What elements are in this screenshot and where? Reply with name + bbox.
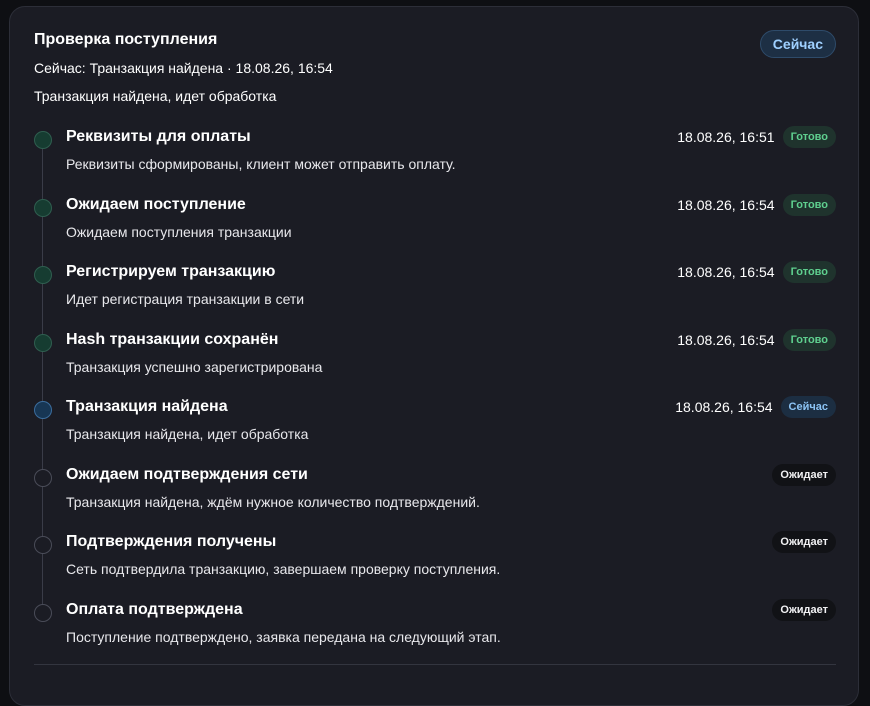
step-meta: 18.08.26, 16:54 Готово	[677, 194, 836, 216]
step-meta: Ожидает	[772, 599, 836, 621]
step-description: Идет регистрация транзакции в сети	[66, 291, 305, 307]
status-badge: Ожидает	[772, 599, 836, 621]
status-dot-icon	[34, 536, 52, 554]
status-dot-icon	[34, 604, 52, 622]
status-badge: Готово	[782, 194, 836, 216]
timeline-step: Регистрируем транзакцию Идет регистрация …	[10, 261, 858, 323]
status-dot-icon	[34, 401, 52, 419]
status-dot-icon	[34, 469, 52, 487]
step-timestamp: 18.08.26, 16:51	[677, 129, 775, 145]
step-description: Сеть подтвердила транзакцию, завершаем п…	[66, 561, 501, 577]
timeline-step: Транзакция найдена Транзакция найдена, ид…	[10, 396, 858, 458]
step-meta: 18.08.26, 16:54 Готово	[677, 329, 836, 351]
status-badge: Готово	[782, 261, 836, 283]
step-timestamp: 18.08.26, 16:54	[675, 399, 773, 415]
step-timestamp: 18.08.26, 16:54	[677, 197, 775, 213]
step-description: Ожидаем поступления транзакции	[66, 224, 292, 240]
receipt-check-card: Проверка поступления Сейчас: Транзакция …	[9, 6, 859, 706]
timeline-step: Оплата подтверждена Поступление подтвержд…	[10, 599, 858, 661]
step-description: Реквизиты сформированы, клиент может отп…	[66, 156, 456, 172]
step-timestamp: 18.08.26, 16:54	[677, 264, 775, 280]
divider	[34, 664, 836, 665]
step-title: Реквизиты для оплаты	[66, 128, 251, 145]
step-title: Ожидаем подтверждения сети	[66, 466, 308, 483]
step-meta: Ожидает	[772, 464, 836, 486]
status-badge: Сейчас	[780, 396, 836, 418]
step-description: Транзакция успешно зарегистрирована	[66, 359, 323, 375]
timeline-step: Реквизиты для оплаты Реквизиты сформирова…	[10, 126, 858, 188]
status-badge: Ожидает	[772, 464, 836, 486]
step-timestamp: 18.08.26, 16:54	[677, 332, 775, 348]
step-title: Ожидаем поступление	[66, 196, 246, 213]
step-title: Оплата подтверждена	[66, 601, 243, 618]
status-badge: Готово	[782, 126, 836, 148]
timeline-step: Ожидаем подтверждения сети Транзакция най…	[10, 464, 858, 526]
timeline-step: Ожидаем поступление Ожидаем поступления т…	[10, 194, 858, 256]
status-dot-icon	[34, 199, 52, 217]
timeline-step: Hash транзакции сохранён Транзакция успеш…	[10, 329, 858, 391]
timeline-step: Подтверждения получены Сеть подтвердила т…	[10, 531, 858, 593]
step-description: Поступление подтверждено, заявка передан…	[66, 629, 501, 645]
status-dot-icon	[34, 131, 52, 149]
step-title: Транзакция найдена	[66, 398, 228, 415]
step-description: Транзакция найдена, ждём нужное количест…	[66, 494, 480, 510]
current-status-description: Транзакция найдена, идет обработка	[34, 88, 277, 104]
step-title: Подтверждения получены	[66, 533, 277, 550]
step-description: Транзакция найдена, идет обработка	[66, 426, 309, 442]
card-title: Проверка поступления	[34, 31, 218, 48]
status-dot-icon	[34, 266, 52, 284]
status-badge: Ожидает	[772, 531, 836, 553]
current-status: Сейчас: Транзакция найдена · 18.08.26, 1…	[34, 60, 333, 76]
step-meta: 18.08.26, 16:54 Готово	[677, 261, 836, 283]
step-meta: 18.08.26, 16:51 Готово	[677, 126, 836, 148]
step-title: Регистрируем транзакцию	[66, 263, 276, 280]
step-meta: Ожидает	[772, 531, 836, 553]
step-meta: 18.08.26, 16:54 Сейчас	[675, 396, 836, 418]
status-dot-icon	[34, 334, 52, 352]
step-title: Hash транзакции сохранён	[66, 331, 279, 348]
now-badge[interactable]: Сейчас	[759, 30, 836, 58]
status-badge: Готово	[782, 329, 836, 351]
